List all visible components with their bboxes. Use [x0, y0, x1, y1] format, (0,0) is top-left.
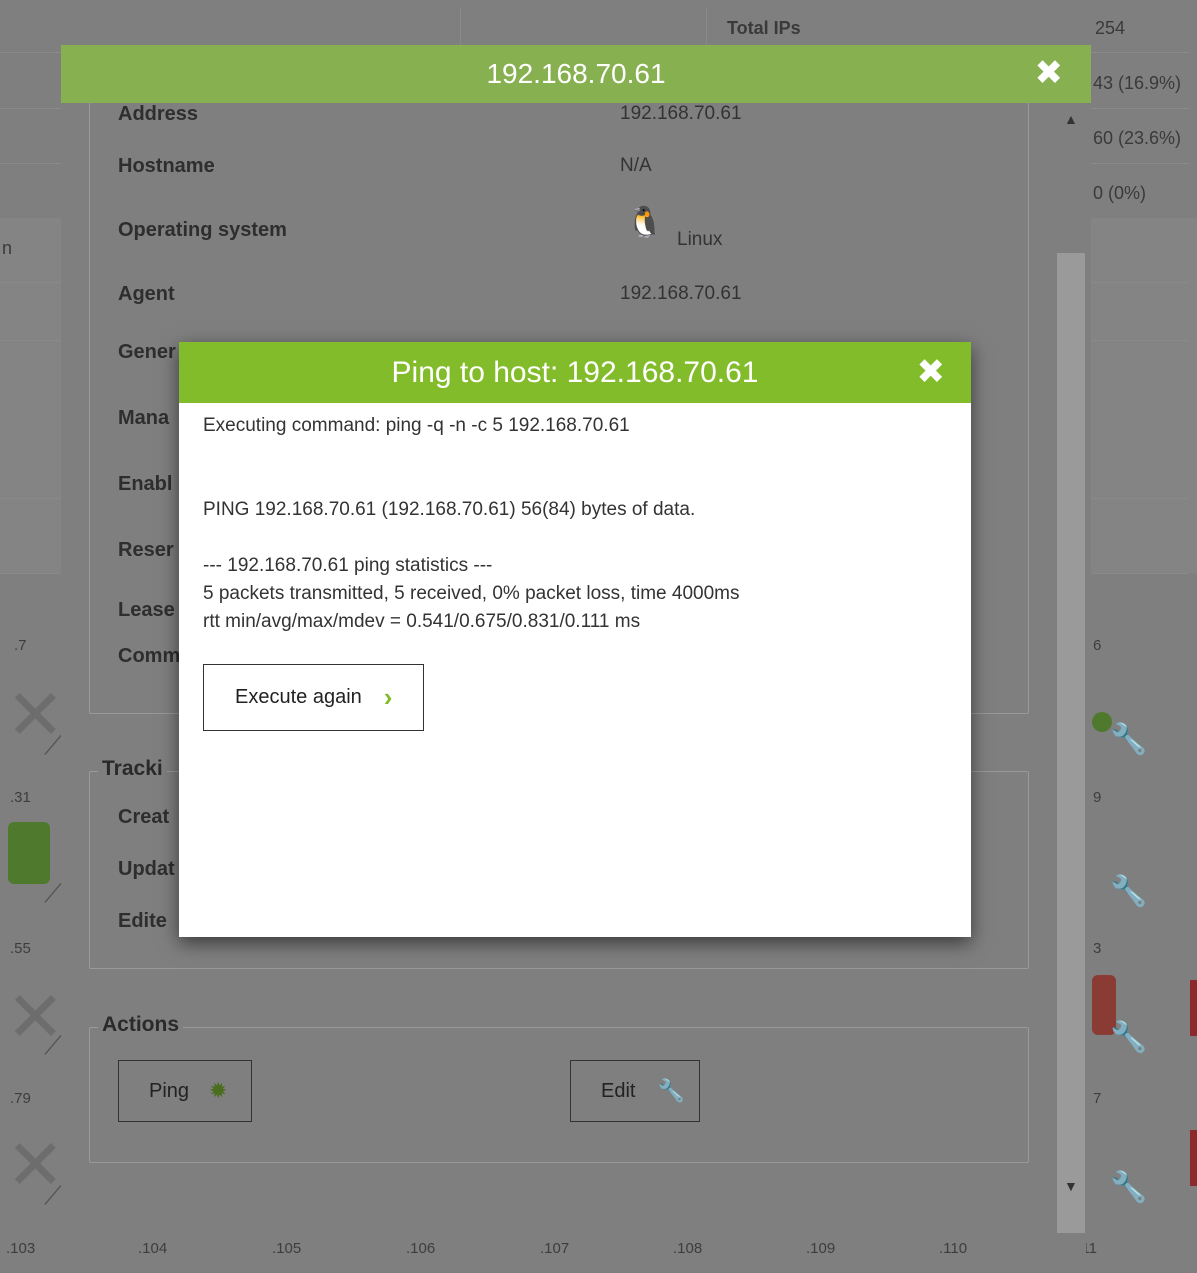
- gear-icon: ✹: [209, 1078, 228, 1103]
- alert-edge-icon: [1190, 1130, 1197, 1186]
- field-value-os: Linux: [677, 229, 723, 250]
- ping-output-line: --- 192.168.70.61 ping statistics ---: [203, 555, 493, 576]
- axis-label: 6: [1093, 637, 1102, 654]
- total-ips-label: Total IPs: [727, 18, 801, 38]
- field-value-address: 192.168.70.61: [620, 103, 742, 124]
- status-dot-icon: [1092, 712, 1112, 732]
- field-label-managed: Mana: [118, 407, 170, 429]
- wrench-icon: ⟋: [44, 1030, 63, 1060]
- close-icon[interactable]: ✖: [917, 354, 946, 390]
- axis-label: .109: [806, 1240, 836, 1257]
- actions-fieldset: Actions Ping ✹ Edit 🔧: [89, 1013, 1029, 1163]
- scroll-up-arrow-icon[interactable]: ▲: [1064, 111, 1078, 127]
- wrench-icon: ⟋: [44, 1180, 63, 1210]
- axis-label: .31: [10, 789, 31, 806]
- axis-label: 9: [1093, 789, 1102, 806]
- field-label-enabled: Enabl: [118, 473, 173, 495]
- alert-edge-icon: [1190, 980, 1197, 1036]
- field-label-created: Creat: [118, 806, 170, 828]
- actions-legend: Actions: [98, 1013, 184, 1037]
- wrench-icon: ⟋: [44, 878, 63, 908]
- axis-label: .107: [540, 1240, 570, 1257]
- stat-value: 43 (16.9%): [1093, 73, 1182, 93]
- bg-edge-text: n: [2, 238, 13, 258]
- axis-label: .105: [272, 1240, 302, 1257]
- field-label-address: Address: [118, 103, 199, 125]
- axis-label: .110: [939, 1240, 968, 1257]
- stat-value: 0 (0%): [1093, 183, 1147, 203]
- field-value-agent: 192.168.70.61: [620, 283, 742, 304]
- edit-button-label: Edit: [601, 1079, 636, 1102]
- ping-output-line: 5 packets transmitted, 5 received, 0% pa…: [203, 583, 740, 604]
- field-label-general: Gener: [118, 341, 176, 363]
- chevron-right-icon: ›: [383, 682, 393, 712]
- field-label-lease: Lease: [118, 599, 175, 621]
- ping-dialog-header: Ping to host: 192.168.70.61 ✖: [179, 342, 971, 403]
- axis-label: .79: [10, 1090, 31, 1107]
- field-label-agent: Agent: [118, 283, 175, 305]
- executing-command-text: Executing command: ping -q -n -c 5 192.1…: [203, 415, 630, 436]
- stat-value: 60 (23.6%): [1093, 128, 1182, 148]
- wrench-icon: 🔧: [1110, 875, 1148, 908]
- ping-dialog: Ping to host: 192.168.70.61 ✖ Executing …: [179, 342, 971, 937]
- field-label-updated: Updat: [118, 858, 175, 880]
- wrench-icon: 🔧: [657, 1078, 685, 1103]
- execute-again-label: Execute again: [235, 686, 362, 708]
- field-label-comments: Comm: [118, 645, 181, 667]
- host-up-icon: [8, 822, 50, 884]
- modal-header: 192.168.70.61 ✖: [61, 45, 1091, 103]
- ping-button-label: Ping: [149, 1079, 190, 1102]
- tracking-legend: Tracki: [98, 757, 167, 781]
- field-label-edited: Edite: [118, 910, 167, 932]
- wrench-icon: 🔧: [1110, 1021, 1148, 1054]
- axis-label: .108: [673, 1240, 703, 1257]
- axis-label: 3: [1093, 940, 1102, 957]
- scroll-down-arrow-icon[interactable]: ▼: [1064, 1178, 1078, 1194]
- field-label-os: Operating system: [118, 219, 287, 241]
- axis-label: .103: [6, 1240, 36, 1257]
- scrollbar-thumb[interactable]: [1057, 253, 1085, 1233]
- axis-label: .106: [406, 1240, 436, 1257]
- wrench-icon: 🔧: [1110, 1171, 1148, 1204]
- wrench-icon: ⟋: [44, 730, 63, 760]
- modal-title: 192.168.70.61: [486, 58, 666, 89]
- axis-label: .104: [138, 1240, 168, 1257]
- field-label-hostname: Hostname: [118, 155, 215, 177]
- linux-penguin-icon: 🐧: [626, 206, 664, 239]
- axis-label: .55: [10, 940, 31, 957]
- ping-button[interactable]: Ping ✹: [118, 1060, 252, 1122]
- execute-again-button[interactable]: Execute again ›: [203, 664, 424, 731]
- ping-output-line: PING 192.168.70.61 (192.168.70.61) 56(84…: [203, 499, 696, 520]
- field-label-reserved: Reser: [118, 539, 174, 561]
- total-ips-value: 254: [1095, 18, 1126, 38]
- field-value-hostname: N/A: [620, 155, 652, 176]
- close-icon[interactable]: ✖: [1035, 55, 1064, 91]
- edit-button[interactable]: Edit 🔧: [570, 1060, 700, 1122]
- ping-output-line: rtt min/avg/max/mdev = 0.541/0.675/0.831…: [203, 611, 641, 632]
- ping-dialog-title: Ping to host: 192.168.70.61: [391, 355, 759, 389]
- axis-label: .7: [14, 637, 27, 654]
- axis-label: 7: [1093, 1090, 1102, 1107]
- wrench-icon: 🔧: [1110, 723, 1148, 756]
